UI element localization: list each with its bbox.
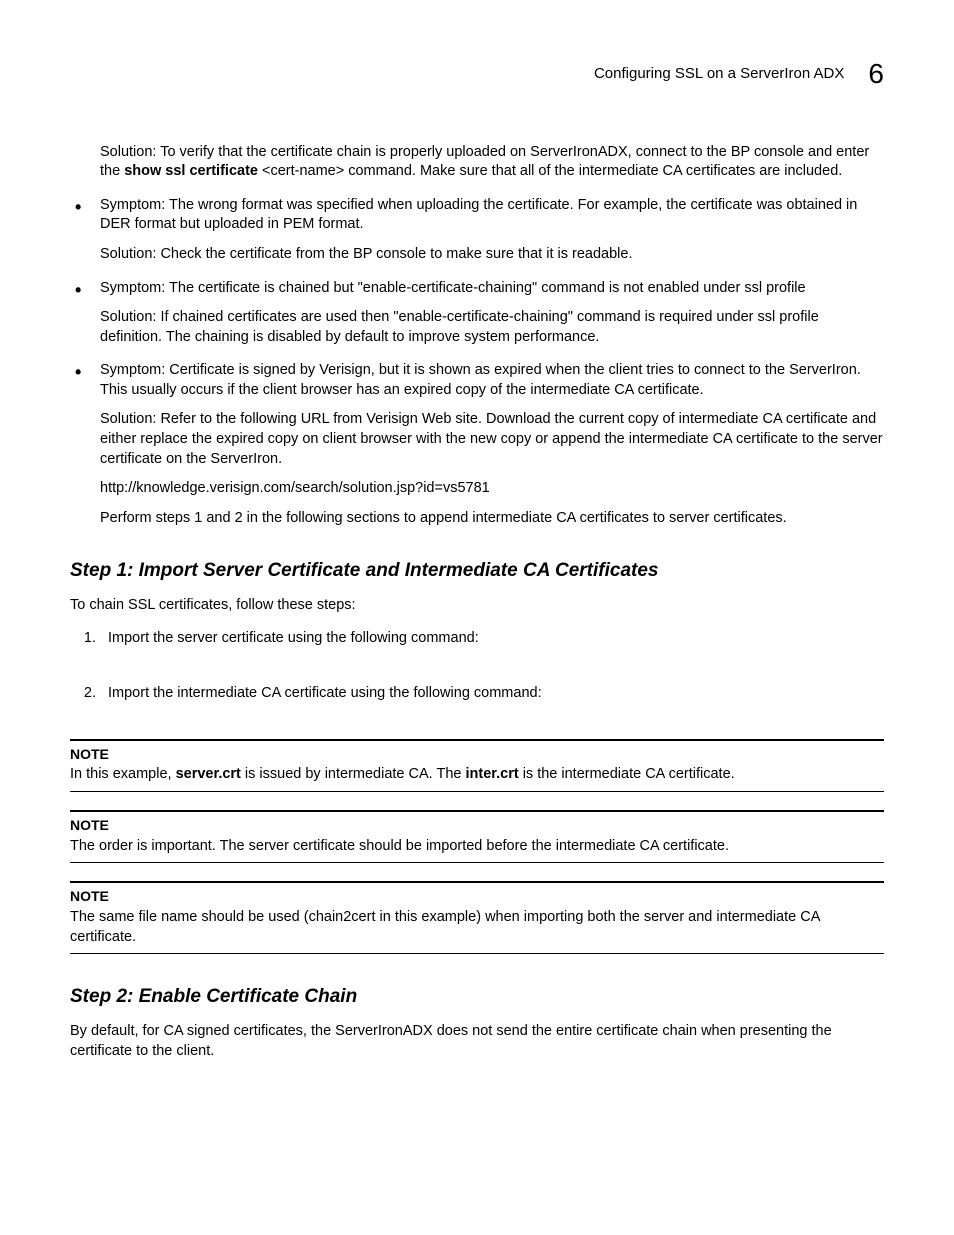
symptom-item: Symptom: The wrong format was specified … — [70, 196, 884, 265]
solution-text: Solution: Refer to the following URL fro… — [100, 410, 884, 469]
document-page: Configuring SSL on a ServerIron ADX 6 So… — [0, 0, 954, 1235]
step1-item-1: Import the server certificate using the … — [100, 629, 884, 649]
note-label: NOTE — [70, 887, 884, 906]
note-bold-1: server.crt — [176, 766, 241, 782]
intro-suffix: <cert-name> command. Make sure that all … — [258, 163, 842, 179]
note-text: The order is important. The server certi… — [70, 837, 884, 857]
page-header: Configuring SSL on a ServerIron ADX 6 — [70, 55, 884, 93]
note-block: NOTE In this example, server.crt is issu… — [70, 739, 884, 792]
solution-url: http://knowledge.verisign.com/search/sol… — [100, 479, 884, 499]
intro-solution: Solution: To verify that the certificate… — [100, 143, 884, 182]
chapter-number: 6 — [868, 55, 884, 93]
note-block: NOTE The same file name should be used (… — [70, 881, 884, 954]
step1-item-2: Import the intermediate CA certificate u… — [100, 684, 884, 704]
note-prefix: In this example, — [70, 766, 176, 782]
intro-paragraph: Solution: To verify that the certificate… — [100, 143, 884, 182]
note-label: NOTE — [70, 816, 884, 835]
step2-text: By default, for CA signed certificates, … — [70, 1022, 884, 1061]
note-suffix: is the intermediate CA certificate. — [519, 766, 735, 782]
solution-text: Solution: If chained certificates are us… — [100, 308, 884, 347]
note-bold-2: inter.crt — [465, 766, 518, 782]
symptom-text: Symptom: The certificate is chained but … — [100, 279, 884, 299]
step1-list: Import the server certificate using the … — [78, 629, 884, 703]
note-block: NOTE The order is important. The server … — [70, 810, 884, 863]
step1-intro: To chain SSL certificates, follow these … — [70, 596, 884, 616]
note-text: The same file name should be used (chain… — [70, 908, 884, 947]
symptom-item: Symptom: Certificate is signed by Verisi… — [70, 361, 884, 528]
symptom-item: Symptom: The certificate is chained but … — [70, 279, 884, 348]
symptom-text: Symptom: Certificate is signed by Verisi… — [100, 361, 884, 400]
symptom-text: Symptom: The wrong format was specified … — [100, 196, 884, 235]
header-title: Configuring SSL on a ServerIron ADX — [594, 64, 844, 84]
note-label: NOTE — [70, 745, 884, 764]
symptom-list: Symptom: The wrong format was specified … — [70, 196, 884, 528]
solution-text: Solution: Check the certificate from the… — [100, 245, 884, 265]
step1-heading: Step 1: Import Server Certificate and In… — [70, 558, 884, 584]
step2-heading: Step 2: Enable Certificate Chain — [70, 984, 884, 1010]
solution-followup: Perform steps 1 and 2 in the following s… — [100, 509, 884, 529]
note-text: In this example, server.crt is issued by… — [70, 765, 884, 785]
note-mid: is issued by intermediate CA. The — [241, 766, 466, 782]
intro-command: show ssl certificate — [124, 163, 258, 179]
